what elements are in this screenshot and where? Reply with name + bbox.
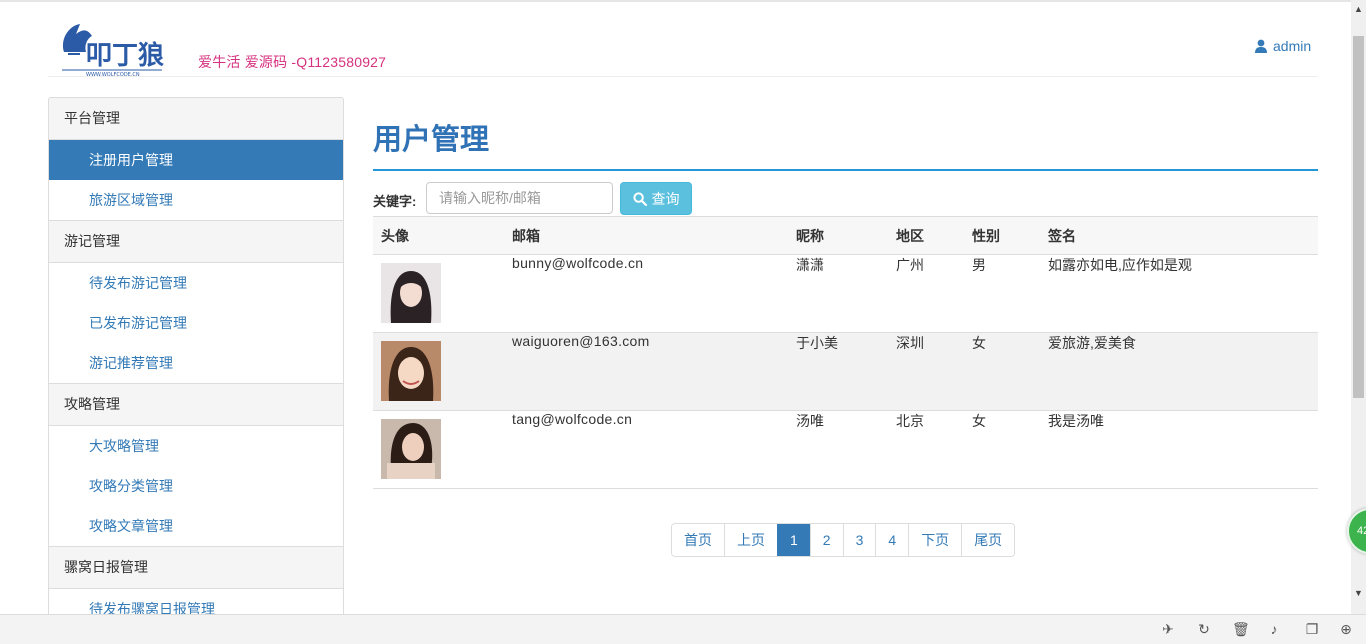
- avatar: [381, 341, 441, 401]
- page-3[interactable]: 3: [842, 524, 876, 556]
- scroll-up-icon[interactable]: ▲: [1354, 4, 1363, 14]
- gender-cell: 女: [964, 410, 1040, 489]
- sidebar-item-strategy-articles[interactable]: 攻略文章管理: [49, 506, 343, 546]
- email-cell: tang@wolfcode.cn: [504, 410, 788, 489]
- col-email: 邮箱: [504, 216, 788, 255]
- search-button[interactable]: 查询: [620, 182, 692, 215]
- region-cell: 北京: [888, 410, 964, 489]
- bottom-taskbar: ✈ ↻ 🗑 ♪ ❐ ⊕: [0, 614, 1366, 644]
- page-1[interactable]: 1: [777, 524, 810, 556]
- avatar: [381, 419, 441, 479]
- table-header-row: 头像 邮箱 昵称 地区 性别 签名: [373, 216, 1318, 255]
- svg-text:WWW.WOLFCODE.CN: WWW.WOLFCODE.CN: [86, 72, 140, 78]
- search-button-label[interactable]: 查询: [652, 189, 680, 209]
- sidebar-item-major-strategy[interactable]: 大攻略管理: [49, 426, 343, 466]
- svg-text:叩丁狼: 叩丁狼: [86, 40, 164, 71]
- scroll-thumb[interactable]: [1353, 36, 1364, 398]
- avatar-cell: [373, 410, 504, 489]
- search-icon: [632, 191, 647, 206]
- page-title: 用户管理: [373, 124, 490, 156]
- sidebar-group-platform[interactable]: 平台管理: [49, 98, 343, 140]
- pagination: 首页 上页 1 2 3 4 下页 尾页: [671, 523, 1016, 557]
- window-icon[interactable]: ❐: [1304, 621, 1320, 637]
- scroll-down-icon[interactable]: ▼: [1354, 588, 1363, 598]
- page-last[interactable]: 尾页: [961, 524, 1015, 556]
- avatar: [381, 263, 441, 323]
- title-divider: [373, 169, 1318, 171]
- table-row: waiguoren@163.com 于小美 深圳 女 爱旅游,爱美食: [373, 332, 1318, 411]
- sidebar-group-travelogue[interactable]: 游记管理: [49, 220, 343, 263]
- zoom-icon[interactable]: ⊕: [1338, 621, 1354, 637]
- table-row: bunny@wolfcode.cn 潇潇 广州 男 如露亦如电,应作如是观: [373, 254, 1318, 333]
- gender-cell: 女: [964, 332, 1040, 411]
- page-2[interactable]: 2: [809, 524, 843, 556]
- col-avatar: 头像: [373, 216, 504, 255]
- sidebar-item-recommended-travelogues[interactable]: 游记推荐管理: [49, 343, 343, 383]
- username[interactable]: admin: [1273, 38, 1311, 54]
- floating-assistant-ball[interactable]: 42: [1347, 508, 1366, 554]
- signature-cell: 我是汤唯: [1040, 410, 1318, 489]
- col-signature: 签名: [1040, 216, 1318, 255]
- email-cell: waiguoren@163.com: [504, 332, 788, 411]
- refresh-icon[interactable]: ↻: [1196, 621, 1212, 637]
- header-divider: [48, 76, 1318, 77]
- keyword-search-input[interactable]: [426, 182, 613, 214]
- pin-icon[interactable]: ✈: [1160, 621, 1176, 637]
- slogan-text: 爱牛活 爱源码 -Q1123580927: [198, 54, 387, 70]
- user-table: 头像 邮箱 昵称 地区 性别 签名 bunny@wolfcode.cn 潇潇 广…: [373, 216, 1318, 489]
- nickname-cell: 潇潇: [788, 254, 888, 333]
- top-border: [0, 0, 1351, 2]
- sidebar-nav: 平台管理 注册用户管理 旅游区域管理 游记管理 待发布游记管理 已发布游记管理 …: [48, 97, 344, 629]
- page-prev[interactable]: 上页: [724, 524, 777, 556]
- signature-cell: 爱旅游,爱美食: [1040, 332, 1318, 411]
- sidebar-item-travel-regions[interactable]: 旅游区域管理: [49, 180, 343, 220]
- sidebar-group-daily[interactable]: 骡窝日报管理: [49, 546, 343, 589]
- page-next[interactable]: 下页: [908, 524, 962, 556]
- sidebar-item-registered-users[interactable]: 注册用户管理: [49, 140, 343, 180]
- trash-icon[interactable]: 🗑: [1232, 621, 1250, 637]
- wolfcode-logo[interactable]: 叩丁狼 WWW.WOLFCODE.CN: [58, 18, 166, 78]
- col-nickname: 昵称: [788, 216, 888, 255]
- avatar-cell: [373, 254, 504, 333]
- signature-cell: 如露亦如电,应作如是观: [1040, 254, 1318, 333]
- nickname-cell: 于小美: [788, 332, 888, 411]
- keyword-label: 关键字:: [373, 194, 417, 209]
- email-cell: bunny@wolfcode.cn: [504, 254, 788, 333]
- sidebar-item-strategy-category[interactable]: 攻略分类管理: [49, 466, 343, 506]
- sidebar-item-pending-travelogues[interactable]: 待发布游记管理: [49, 263, 343, 303]
- speaker-icon[interactable]: ♪: [1266, 621, 1282, 637]
- nickname-cell: 汤唯: [788, 410, 888, 489]
- col-gender: 性别: [964, 216, 1040, 255]
- user-menu[interactable]: admin: [1254, 38, 1311, 54]
- col-region: 地区: [888, 216, 964, 255]
- sidebar-group-strategy[interactable]: 攻略管理: [49, 383, 343, 426]
- region-cell: 广州: [888, 254, 964, 333]
- page-4[interactable]: 4: [875, 524, 909, 556]
- user-icon: [1255, 39, 1267, 53]
- page-first[interactable]: 首页: [672, 524, 724, 556]
- sidebar-item-published-travelogues[interactable]: 已发布游记管理: [49, 303, 343, 343]
- gender-cell: 男: [964, 254, 1040, 333]
- table-row: tang@wolfcode.cn 汤唯 北京 女 我是汤唯: [373, 410, 1318, 489]
- avatar-cell: [373, 332, 504, 411]
- region-cell: 深圳: [888, 332, 964, 411]
